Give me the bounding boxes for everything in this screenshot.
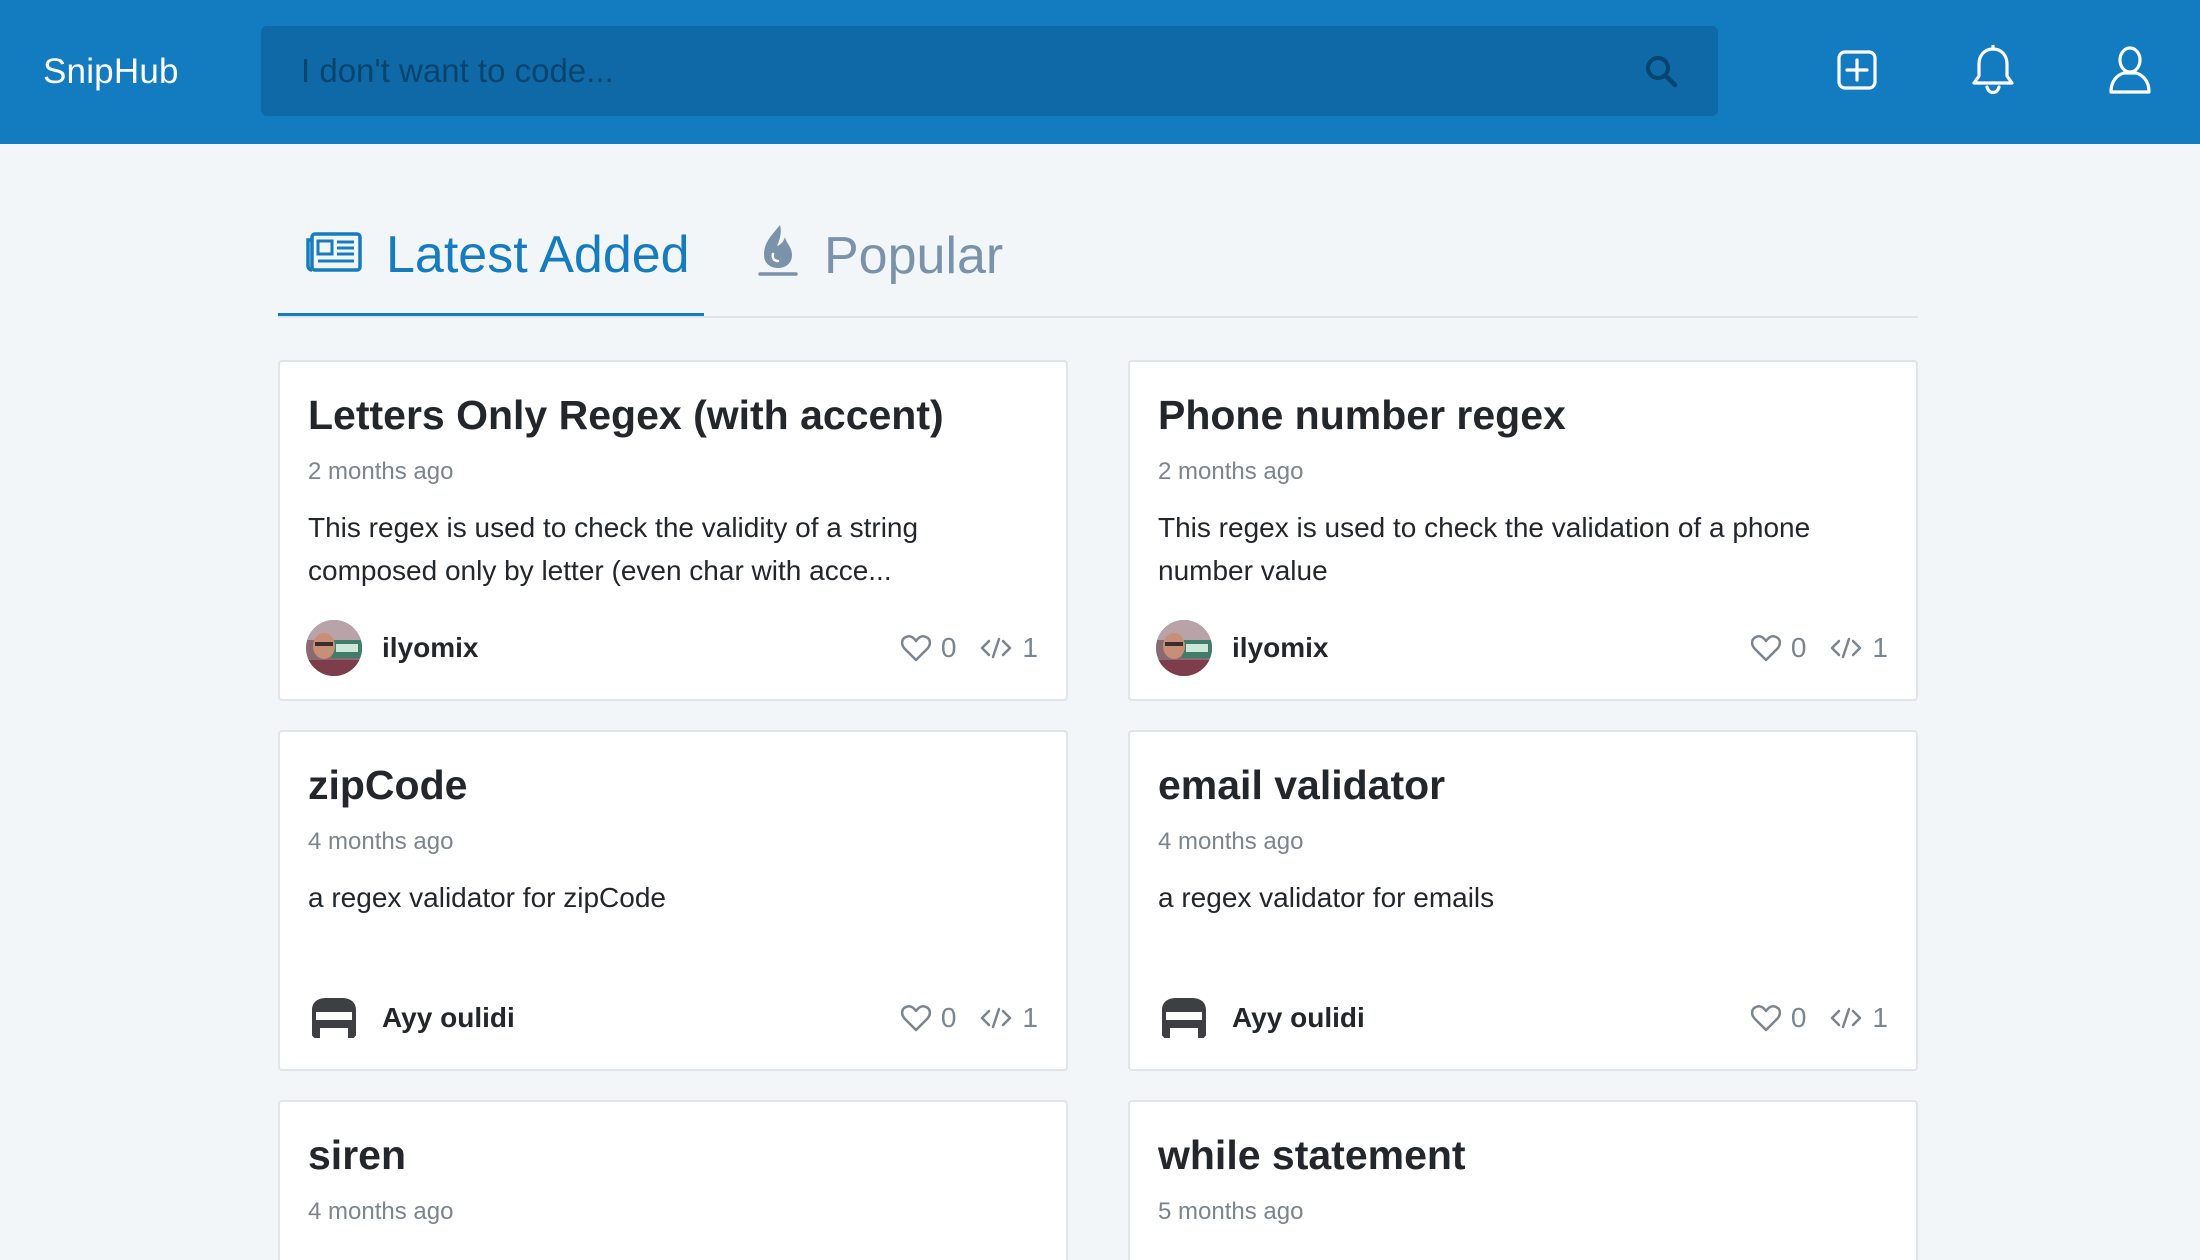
card-author[interactable]: Ayy oulidi <box>306 990 515 1046</box>
top-navbar: SnipHub <box>0 0 2200 144</box>
heart-icon[interactable] <box>1750 634 1781 662</box>
user-icon <box>2108 45 2152 100</box>
snippets-count: 1 <box>1872 632 1888 663</box>
author-name: Ayy oulidi <box>1232 1002 1365 1033</box>
card-date: 4 months ago <box>308 828 454 855</box>
bell-icon <box>1970 43 2016 100</box>
card-title[interactable]: zipCode <box>308 762 467 809</box>
search-icon[interactable] <box>1644 54 1678 88</box>
snippet-card[interactable]: while statement 5 months ago <box>1128 1100 1918 1260</box>
tab-popular[interactable]: Popular <box>756 196 1003 316</box>
avatar <box>1156 990 1212 1046</box>
card-title[interactable]: email validator <box>1158 762 1445 809</box>
snippets-count: 1 <box>1022 632 1038 663</box>
avatar <box>306 990 362 1046</box>
newspaper-icon <box>306 225 362 285</box>
card-title[interactable]: Phone number regex <box>1158 392 1566 439</box>
snippet-card[interactable]: email validator 4 months ago a regex val… <box>1128 730 1918 1071</box>
likes-count: 0 <box>940 1002 957 1033</box>
brand-logo[interactable]: SnipHub <box>43 0 179 144</box>
card-author[interactable]: ilyomix <box>1156 620 1328 676</box>
card-author[interactable]: Ayy oulidi <box>1156 990 1365 1046</box>
card-description: a regex validator for zipCode <box>308 882 666 913</box>
heart-icon[interactable] <box>1750 1004 1781 1032</box>
card-title[interactable]: while statement <box>1158 1132 1466 1179</box>
author-name: ilyomix <box>382 632 479 663</box>
avatar <box>1156 620 1212 676</box>
card-stats: 0 1 <box>1750 998 1888 1038</box>
card-description: a regex validator for emails <box>1158 882 1495 913</box>
snippet-card[interactable]: Phone number regex 2 months ago This reg… <box>1128 360 1918 701</box>
add-square-icon <box>1837 49 1877 95</box>
code-icon <box>980 1006 1012 1030</box>
tab-latest-added[interactable]: Latest Added <box>278 196 704 316</box>
add-snippet-button[interactable] <box>1825 40 1889 104</box>
code-icon <box>1830 1006 1862 1030</box>
card-date: 2 months ago <box>308 458 454 485</box>
heart-icon[interactable] <box>900 1004 931 1032</box>
card-date: 5 months ago <box>1158 1198 1304 1225</box>
card-title[interactable]: siren <box>308 1132 406 1179</box>
author-name: ilyomix <box>1232 632 1329 663</box>
flame-icon <box>756 223 800 290</box>
snippet-card[interactable]: siren 4 months ago <box>278 1100 1068 1260</box>
snippet-card[interactable]: Letters Only Regex (with accent) 2 month… <box>278 360 1068 701</box>
tab-label: Latest Added <box>386 225 690 284</box>
likes-count: 0 <box>1790 1002 1807 1033</box>
card-date: 4 months ago <box>308 1198 454 1225</box>
avatar <box>306 620 362 676</box>
card-stats: 0 1 <box>1750 628 1888 668</box>
snippets-count: 1 <box>1022 1002 1038 1033</box>
likes-count: 0 <box>1790 632 1807 663</box>
card-author[interactable]: ilyomix <box>306 620 478 676</box>
search-input[interactable] <box>301 26 1601 116</box>
profile-button[interactable] <box>2098 40 2162 104</box>
card-date: 4 months ago <box>1158 828 1304 855</box>
card-description: This regex is used to check the validati… <box>1158 512 1811 586</box>
heart-icon[interactable] <box>900 634 931 662</box>
card-stats: 0 1 <box>900 628 1038 668</box>
code-icon <box>980 636 1012 660</box>
snippets-count: 1 <box>1872 1002 1888 1033</box>
card-title[interactable]: Letters Only Regex (with accent) <box>308 392 944 439</box>
tab-bar: Latest Added Popular <box>278 196 1918 318</box>
code-icon <box>1830 636 1862 660</box>
notifications-button[interactable] <box>1961 40 2025 104</box>
likes-count: 0 <box>940 632 957 663</box>
search-bar <box>261 26 1718 116</box>
card-date: 2 months ago <box>1158 458 1304 485</box>
tab-label: Popular <box>824 227 1004 285</box>
card-stats: 0 1 <box>900 998 1038 1038</box>
author-name: Ayy oulidi <box>382 1002 515 1033</box>
card-description: This regex is used to check the validity… <box>308 512 919 586</box>
snippet-card[interactable]: zipCode 4 months ago a regex validator f… <box>278 730 1068 1071</box>
